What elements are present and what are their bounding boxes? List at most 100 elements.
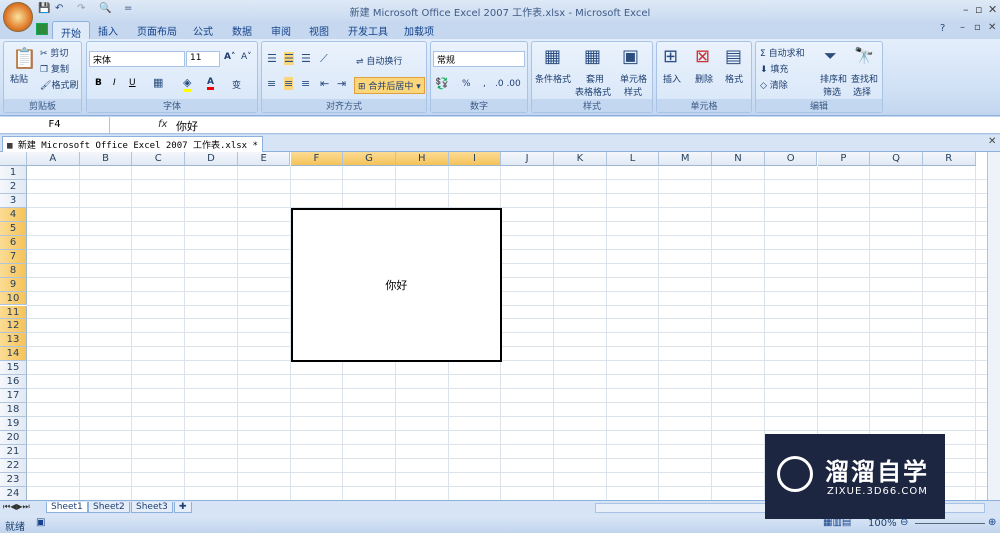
wrap-text-button[interactable]: ⇌ 自动换行 [356, 54, 402, 67]
row-header-10[interactable]: 10 [0, 291, 27, 306]
formula-input[interactable]: 你好 [176, 118, 198, 134]
cell-style-label[interactable]: 样式 [624, 85, 642, 98]
row-header-1[interactable]: 1 [0, 166, 27, 180]
delete-button[interactable]: 删除 [695, 72, 713, 85]
column-header-P[interactable]: P [817, 152, 871, 166]
comma-button[interactable]: , [483, 79, 486, 89]
cut-button[interactable]: ✂ 剪切 [40, 46, 68, 59]
row-header-24[interactable]: 24 [0, 486, 27, 500]
zoom-level[interactable]: 100% [868, 518, 897, 529]
row-header-14[interactable]: 14 [0, 347, 27, 362]
percent-button[interactable]: % [462, 79, 471, 89]
row-header-16[interactable]: 16 [0, 375, 27, 390]
number-format-select[interactable]: 常规 [433, 51, 525, 67]
table-format-button[interactable]: 套用 [586, 72, 604, 85]
insert-button[interactable]: 插入 [663, 72, 681, 85]
name-box[interactable]: F4 [0, 117, 110, 133]
find-select-label[interactable]: 选择 [853, 85, 871, 98]
column-header-N[interactable]: N [712, 152, 765, 166]
font-color-button[interactable]: A [207, 77, 214, 90]
row-header-4[interactable]: 4 [0, 207, 27, 222]
row-header-5[interactable]: 5 [0, 221, 27, 236]
column-header-C[interactable]: C [132, 152, 186, 166]
workbook-tab[interactable]: ▦ 新建 Microsoft Office Excel 2007 工作表.xls… [2, 136, 263, 153]
grow-font-button[interactable]: A˄ [224, 52, 235, 62]
merge-center-button[interactable]: ⊞ 合并后居中 ▾ [354, 77, 425, 94]
column-header-F[interactable]: F [290, 152, 344, 166]
workbook-close-button[interactable]: ✕ [988, 136, 996, 147]
column-header-J[interactable]: J [501, 152, 554, 166]
macro-record-icon[interactable]: ▣ [36, 517, 45, 528]
sort-filter-button[interactable]: 排序和 [820, 72, 847, 85]
print-preview-icon[interactable]: 🔍 [99, 3, 113, 17]
customize-qa-button[interactable]: = [124, 3, 138, 17]
accounting-icon[interactable]: 💱 [435, 77, 449, 90]
paste-button[interactable]: 粘贴 [10, 72, 28, 85]
row-header-11[interactable]: 11 [0, 305, 27, 320]
cell-style-button[interactable]: 单元格 [620, 72, 647, 85]
sort-filter-label[interactable]: 筛选 [823, 85, 841, 98]
column-header-K[interactable]: K [554, 152, 607, 166]
align-top-icon[interactable]: ☰ [267, 52, 277, 65]
autosum-button[interactable]: Σ 自动求和 [760, 46, 805, 59]
office-button[interactable] [3, 2, 33, 32]
font-name-select[interactable]: 宋体 [89, 51, 185, 67]
paste-icon[interactable]: 📋 [12, 46, 37, 70]
merged-cell-F4[interactable]: 你好 [290, 207, 503, 363]
bold-button[interactable]: B [95, 78, 102, 88]
align-left-icon[interactable]: ≡ [267, 77, 276, 90]
sheet-tab-2[interactable]: Sheet2 [88, 502, 130, 513]
row-header-7[interactable]: 7 [0, 249, 27, 264]
column-header-G[interactable]: G [343, 152, 396, 166]
row-header-23[interactable]: 23 [0, 472, 27, 487]
help-icon[interactable]: ? [940, 23, 945, 34]
decrease-indent-icon[interactable]: ⇤ [320, 77, 329, 90]
column-header-I[interactable]: I [448, 152, 502, 166]
row-header-8[interactable]: 8 [0, 263, 27, 278]
close-button[interactable]: ✕ [988, 3, 997, 16]
select-all-corner[interactable] [0, 152, 27, 166]
undo-icon[interactable]: ↶ [55, 3, 69, 17]
column-header-D[interactable]: D [185, 152, 238, 166]
wb-close-button[interactable]: ✕ [988, 22, 996, 33]
sheet-tab-3[interactable]: Sheet3 [131, 502, 173, 513]
wb-restore-button[interactable]: ▫ [974, 22, 981, 33]
row-header-3[interactable]: 3 [0, 193, 27, 208]
zoom-slider[interactable] [915, 523, 985, 524]
column-header-B[interactable]: B [79, 152, 133, 166]
tab-page-layout[interactable]: 页面布局 [137, 23, 177, 38]
row-header-18[interactable]: 18 [0, 403, 27, 418]
column-header-Q[interactable]: Q [870, 152, 923, 166]
row-header-19[interactable]: 19 [0, 417, 27, 432]
column-header-A[interactable]: A [27, 152, 80, 166]
font-size-select[interactable]: 11 [186, 51, 220, 67]
column-header-E[interactable]: E [237, 152, 291, 166]
conditional-format-button[interactable]: 条件格式 [535, 72, 571, 85]
borders-icon[interactable]: ▦ [153, 76, 163, 89]
row-header-15[interactable]: 15 [0, 361, 27, 376]
tab-view[interactable]: 视图 [309, 23, 329, 38]
tab-insert[interactable]: 插入 [98, 23, 118, 38]
zoom-in-button[interactable]: ⊕ [988, 517, 996, 528]
insert-sheet-button[interactable]: ✚ [174, 502, 192, 513]
tab-formulas[interactable]: 公式 [193, 23, 213, 38]
row-header-22[interactable]: 22 [0, 458, 27, 473]
row-header-17[interactable]: 17 [0, 389, 27, 404]
column-header-L[interactable]: L [606, 152, 660, 166]
italic-button[interactable]: I [113, 78, 116, 88]
column-header-R[interactable]: R [922, 152, 976, 166]
tab-developer[interactable]: 开发工具 [348, 23, 388, 38]
find-select-button[interactable]: 查找和 [851, 72, 878, 85]
column-header-H[interactable]: H [395, 152, 449, 166]
increase-indent-icon[interactable]: ⇥ [337, 77, 346, 90]
row-header-21[interactable]: 21 [0, 445, 27, 459]
align-bottom-icon[interactable]: ☰ [301, 52, 311, 65]
table-format-label[interactable]: 表格格式 [575, 85, 611, 98]
align-right-icon[interactable]: ≡ [301, 77, 310, 90]
underline-button[interactable]: U [129, 78, 136, 88]
row-header-2[interactable]: 2 [0, 179, 27, 194]
row-header-13[interactable]: 13 [0, 333, 27, 348]
tab-home[interactable]: 开始 [52, 21, 90, 40]
minimize-button[interactable]: – [963, 3, 969, 16]
align-middle-icon[interactable]: ☰ [284, 52, 294, 65]
